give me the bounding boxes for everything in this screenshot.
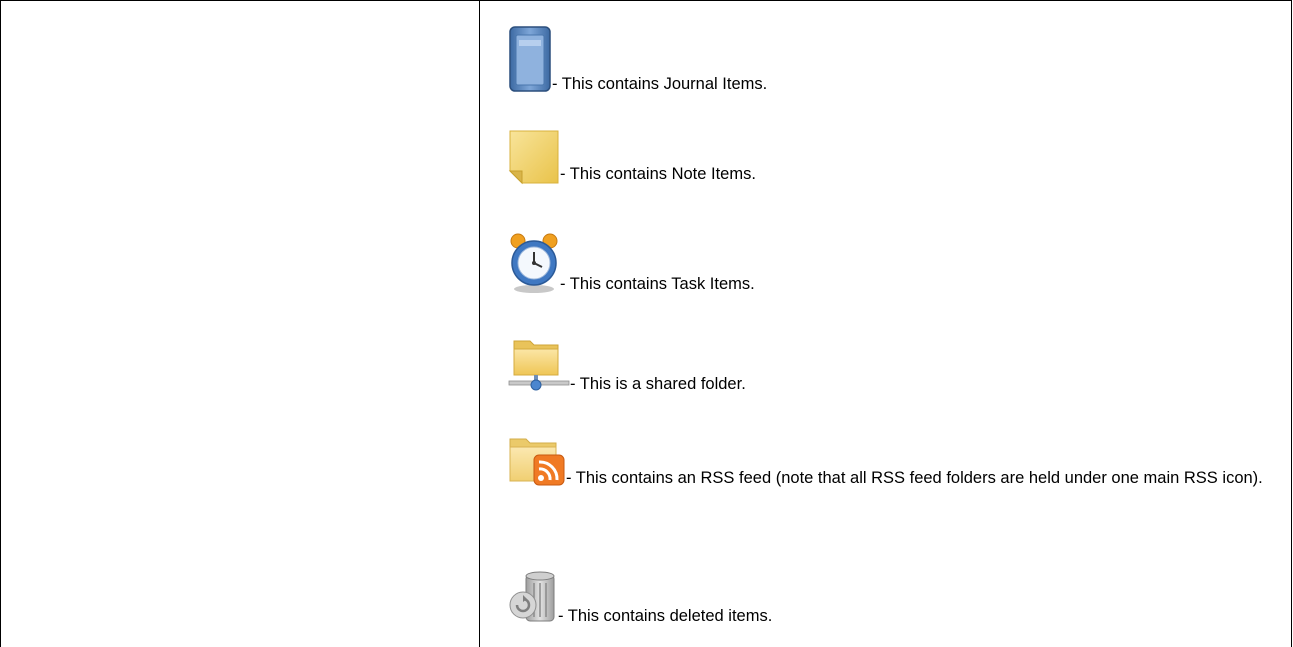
- note-description: - This contains Note Items.: [560, 165, 756, 183]
- rss-folder-icon: [508, 433, 566, 489]
- journal-description: - This contains Journal Items.: [552, 75, 768, 93]
- legend-item-shared-folder: - This is a shared folder.: [508, 335, 746, 395]
- icon-descriptions-cell: - This contains Journal Items. - This co…: [480, 1, 1291, 647]
- task-clock-icon: [508, 231, 560, 295]
- icon-legend-table: - This contains Journal Items. - This co…: [0, 0, 1292, 647]
- legend-item-journal: - This contains Journal Items.: [508, 25, 767, 95]
- journal-icon: [508, 25, 552, 95]
- deleted-description: - This contains deleted items.: [558, 607, 773, 625]
- shared-folder-description: - This is a shared folder.: [570, 375, 746, 393]
- legend-item-note: - This contains Note Items.: [508, 129, 756, 185]
- deleted-items-icon: [508, 567, 558, 627]
- empty-left-cell: [1, 1, 479, 647]
- legend-item-task: - This contains Task Items.: [508, 231, 755, 295]
- legend-item-deleted: - This contains deleted items.: [508, 567, 772, 627]
- rss-description: - This contains an RSS feed (note that a…: [566, 469, 1263, 487]
- shared-folder-icon: [508, 335, 570, 395]
- legend-item-rss: - This contains an RSS feed (note that a…: [508, 433, 1268, 489]
- table-right-border: [1291, 0, 1292, 647]
- note-icon: [508, 129, 560, 185]
- task-description: - This contains Task Items.: [560, 275, 755, 293]
